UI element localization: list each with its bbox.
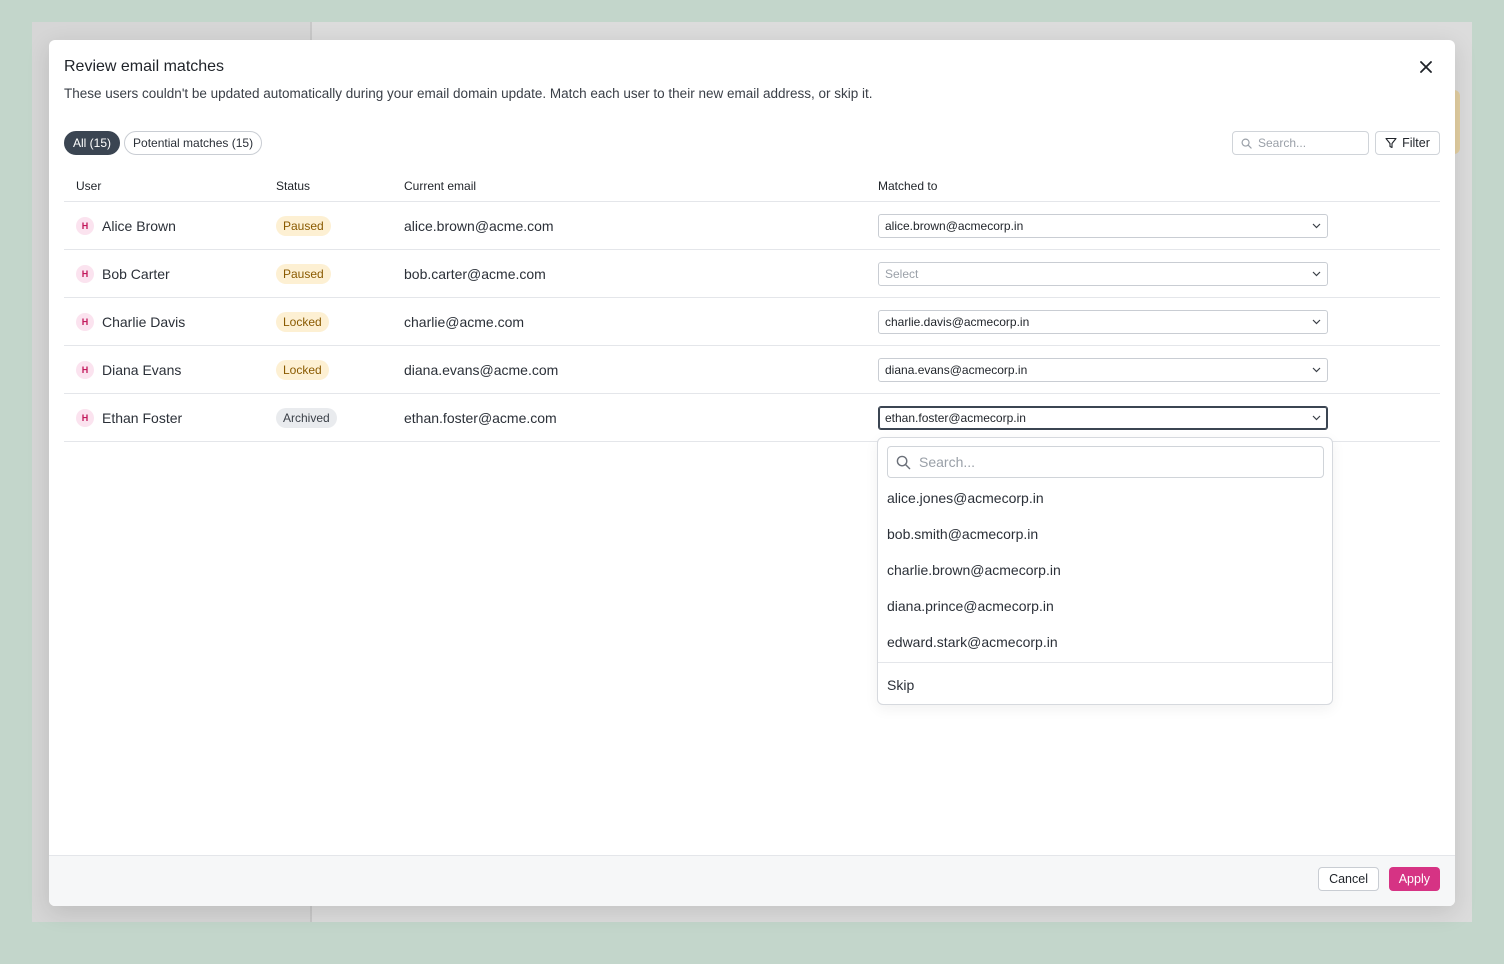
column-current-email: Current email — [404, 178, 477, 193]
dropdown-options: alice.jones@acmecorp.in bob.smith@acmeco… — [878, 480, 1332, 660]
avatar: H — [76, 264, 94, 283]
table-row: H Alice Brown Paused alice.brown@acme.com… — [64, 202, 1440, 250]
avatar: H — [76, 408, 94, 427]
dropdown-search-placeholder: Search... — [919, 454, 976, 470]
avatar: H — [76, 312, 94, 331]
cancel-button[interactable]: Cancel — [1318, 867, 1379, 891]
select-value: charlie.davis@acmecorp.in — [885, 314, 1030, 329]
dropdown-option[interactable]: alice.jones@acmecorp.in — [878, 480, 1332, 516]
filter-label: Filter — [1402, 136, 1430, 150]
select-value: ethan.foster@acmecorp.in — [885, 410, 1026, 425]
chevron-down-icon — [1312, 319, 1321, 324]
table-row: H Diana Evans Locked diana.evans@acme.com… — [64, 346, 1440, 394]
dropdown-option[interactable]: bob.smith@acmecorp.in — [878, 516, 1332, 552]
matched-to-select[interactable]: charlie.davis@acmecorp.in — [878, 309, 1328, 334]
dropdown-option[interactable]: charlie.brown@acmecorp.in — [878, 552, 1332, 588]
select-value: alice.brown@acmecorp.in — [885, 218, 1024, 233]
chevron-down-icon — [1312, 415, 1321, 420]
user-name: Diana Evans — [102, 361, 182, 378]
column-user: User — [76, 178, 102, 193]
select-value: diana.evans@acmecorp.in — [885, 362, 1028, 377]
matched-to-select[interactable]: alice.brown@acmecorp.in — [878, 213, 1328, 238]
matches-table: User Status Current email Matched to H Al… — [64, 170, 1440, 442]
current-email: ethan.foster@acme.com — [404, 409, 557, 426]
status-badge: Locked — [276, 359, 329, 380]
skip-option[interactable]: Skip — [878, 668, 1332, 702]
dropdown-search-input[interactable]: Search... — [887, 446, 1324, 478]
select-placeholder: Select — [885, 266, 919, 281]
matched-to-select-open[interactable]: ethan.foster@acmecorp.in — [878, 405, 1328, 430]
column-matched-to: Matched to — [878, 178, 938, 193]
status-badge: Paused — [276, 263, 331, 284]
status-badge: Paused — [276, 215, 331, 236]
column-status: Status — [276, 178, 311, 193]
current-email: alice.brown@acme.com — [404, 217, 554, 234]
chevron-down-icon — [1312, 271, 1321, 276]
table-row: H Ethan Foster Archived ethan.foster@acme… — [64, 394, 1440, 442]
user-name: Charlie Davis — [102, 313, 186, 330]
current-email: charlie@acme.com — [404, 313, 525, 330]
user-name: Bob Carter — [102, 265, 170, 282]
filter-icon — [1385, 137, 1397, 149]
status-badge: Archived — [276, 407, 337, 428]
avatar: H — [76, 216, 94, 235]
avatar: H — [76, 360, 94, 379]
search-placeholder: Search... — [1258, 136, 1307, 150]
dropdown-option[interactable]: diana.prince@acmecorp.in — [878, 588, 1332, 624]
status-badge: Locked — [276, 311, 329, 332]
close-button[interactable] — [1415, 56, 1437, 78]
matched-to-select[interactable]: diana.evans@acmecorp.in — [878, 357, 1328, 382]
search-icon — [1241, 138, 1252, 149]
filter-tabs: All (15) Potential matches (15) — [64, 131, 263, 155]
current-email: bob.carter@acme.com — [404, 265, 546, 282]
matched-to-select[interactable]: Select — [878, 261, 1328, 286]
modal-footer: Cancel Apply — [49, 855, 1455, 906]
dropdown-option[interactable]: edward.stark@acmecorp.in — [878, 624, 1332, 660]
user-name: Ethan Foster — [102, 409, 183, 426]
user-name: Alice Brown — [102, 217, 176, 234]
review-email-matches-modal: Review email matches These users couldn'… — [49, 40, 1455, 906]
table-row: H Bob Carter Paused bob.carter@acme.com S… — [64, 250, 1440, 298]
search-icon — [896, 455, 911, 469]
modal-subtitle: These users couldn't be updated automati… — [64, 86, 873, 101]
chevron-down-icon — [1312, 367, 1321, 372]
filter-button[interactable]: Filter — [1375, 131, 1440, 155]
current-email: diana.evans@acme.com — [404, 361, 559, 378]
tab-all[interactable]: All (15) — [64, 131, 121, 155]
table-row: H Charlie Davis Locked charlie@acme.com c… — [64, 298, 1440, 346]
apply-button[interactable]: Apply — [1388, 867, 1440, 891]
email-options-dropdown: Search... alice.jones@acmecorp.in bob.sm… — [877, 437, 1333, 705]
dropdown-divider — [878, 662, 1332, 663]
close-icon — [1420, 61, 1432, 73]
table-header: User Status Current email Matched to — [64, 170, 1440, 202]
tab-potential-matches[interactable]: Potential matches (15) — [124, 131, 263, 155]
chevron-down-icon — [1312, 223, 1321, 228]
modal-title: Review email matches — [64, 58, 225, 75]
search-input[interactable]: Search... — [1232, 131, 1369, 155]
